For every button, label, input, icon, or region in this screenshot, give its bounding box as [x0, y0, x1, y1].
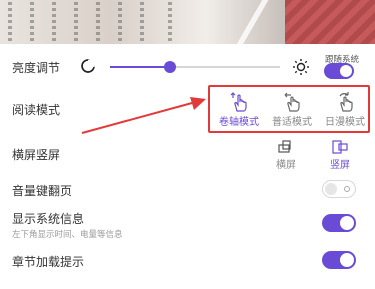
portrait-icon	[332, 140, 348, 154]
mode-scroll-option[interactable]: 卷轴模式	[212, 87, 266, 131]
volume-page-toggle[interactable]	[322, 180, 356, 198]
mode-manga-option[interactable]: 日漫模式	[318, 87, 372, 131]
system-info-sublabel: 左下角显示时间、电量等信息	[12, 230, 123, 240]
system-info-label: 显示系统信息	[12, 212, 85, 226]
mode-normal-option[interactable]: 普适模式	[265, 87, 319, 131]
reading-mode-highlight-box: 卷轴模式 普适模式 日漫模式	[208, 85, 370, 133]
volume-page-label: 音量键翻页	[12, 184, 73, 198]
scroll-hand-icon	[230, 92, 247, 112]
system-info-toggle[interactable]	[322, 214, 356, 232]
page-turn-hand-icon	[339, 92, 353, 112]
portrait-label: 竖屏	[330, 160, 350, 171]
landscape-label: 横屏	[276, 160, 296, 171]
swipe-hand-icon	[284, 92, 300, 112]
orientation-label: 横屏竖屏	[12, 148, 61, 162]
landscape-icon	[278, 140, 291, 153]
chapter-tip-toggle[interactable]	[322, 251, 356, 269]
mode-scroll-label: 卷轴模式	[219, 117, 259, 128]
chapter-tip-label: 章节加载提示	[12, 255, 85, 269]
mode-manga-label: 日漫模式	[325, 117, 365, 128]
mode-normal-label: 普适模式	[272, 117, 312, 128]
red-arrow-annotation	[81, 97, 206, 134]
